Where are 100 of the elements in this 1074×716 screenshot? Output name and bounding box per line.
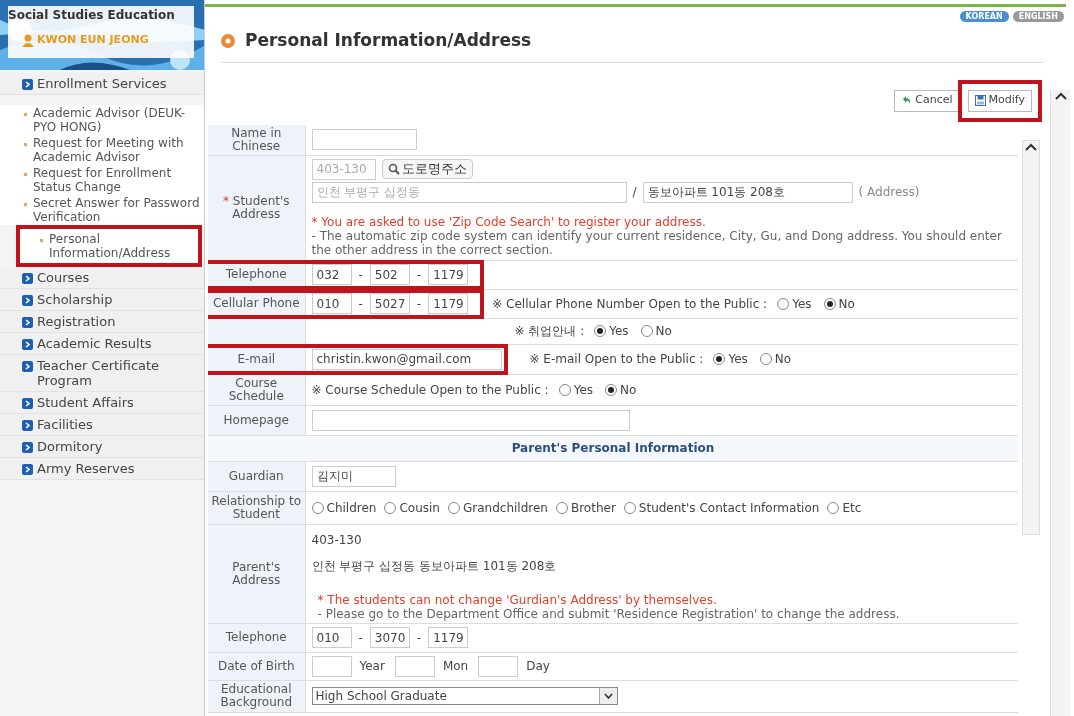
field-label: Guardian	[228, 468, 284, 483]
slash-text: /	[632, 184, 637, 201]
radio-label: Children	[326, 499, 377, 517]
arrow-icon	[22, 442, 33, 453]
zip-search-button[interactable]: 도로명주소	[381, 159, 473, 179]
user-icon	[22, 33, 34, 47]
input-field[interactable]: 5027	[369, 293, 410, 314]
arrow-icon	[22, 295, 33, 306]
radio-button[interactable]	[605, 383, 617, 396]
radio-button[interactable]	[640, 325, 653, 337]
radio-label: Yes	[573, 381, 593, 399]
input-field[interactable]	[394, 655, 435, 677]
radio-label: No	[838, 295, 855, 313]
input-field[interactable]: 1179	[428, 293, 469, 314]
input-field[interactable]: 032	[311, 264, 352, 285]
notice-text: * The students can not change 'Gurdian's Address' by themselves.	[316, 592, 718, 607]
bullet-icon	[24, 113, 27, 116]
radio-label: Student's Contact Information	[638, 499, 820, 517]
notice-text: * You are asked to use 'Zip Code Search' to register your address.	[311, 214, 707, 229]
radio-button[interactable]	[759, 353, 772, 365]
help-text: - The automatic zip code system can identify your current residence, City, Gu, and Dong address. You should enter the other address in the correct section.	[311, 228, 1003, 257]
note-text: ※ Course Schedule Open to the Public :	[311, 381, 549, 399]
radio-label: Grandchildren	[462, 499, 548, 517]
sidebar-item[interactable]: Courses	[37, 270, 90, 285]
field-label: Relationship to Student	[211, 493, 301, 521]
undo-icon	[901, 95, 913, 106]
input-field[interactable]: 동보아파트 101동 208호	[642, 181, 853, 203]
scroll-up-icon[interactable]	[1054, 92, 1067, 100]
scrollbar[interactable]	[1050, 90, 1070, 716]
field-label: Telephone	[225, 630, 287, 644]
field-label: * Student's Address	[222, 193, 290, 221]
input-field[interactable]: 1179	[428, 264, 469, 285]
radio-label: No	[774, 351, 792, 368]
bullet-icon	[40, 239, 43, 242]
input-field[interactable]: 3070	[369, 627, 410, 648]
unit-label: Day	[526, 658, 550, 675]
field-label: Cellular Phone	[212, 296, 300, 310]
input-field[interactable]	[478, 655, 519, 677]
address-text: 인천 부평구 십정동 동보아파트 101동 208호	[311, 557, 558, 575]
radio-button[interactable]	[558, 383, 571, 396]
sidebar-item[interactable]: Facilities	[37, 417, 93, 432]
page-title: Personal Information/Address	[245, 29, 532, 52]
unit-label: Year	[359, 658, 385, 675]
field-label: Educational Background	[220, 682, 293, 709]
arrow-icon	[22, 317, 33, 328]
input-field[interactable]: 1179	[428, 627, 469, 648]
field-label: Date of Birth	[217, 658, 295, 673]
radio-button[interactable]	[311, 501, 324, 514]
radio-label: Brother	[570, 499, 616, 517]
arrow-icon	[22, 361, 33, 372]
hint-text: ( Address)	[858, 184, 920, 201]
field-label: Telephone	[225, 267, 287, 281]
cancel-button[interactable]: Cancel	[894, 89, 960, 112]
scroll-up-icon[interactable]	[1025, 143, 1037, 151]
note-text: ※ 취업안내 :	[514, 323, 585, 340]
radio-button[interactable]	[447, 501, 460, 514]
scrollbar[interactable]	[1022, 140, 1040, 535]
radio-button[interactable]	[555, 501, 568, 514]
address-text: 403-130	[311, 531, 363, 549]
radio-label: Yes	[609, 323, 629, 340]
radio-button[interactable]	[623, 501, 636, 514]
input-field[interactable]: christin.kwon@gmail.com	[311, 348, 502, 370]
input-field[interactable]: 김지미	[311, 465, 396, 487]
radio-label: No	[655, 323, 672, 340]
field-label: Parent's Address	[232, 559, 281, 587]
radio-button[interactable]	[823, 297, 836, 310]
department-name: Social Studies Education	[8, 7, 176, 24]
arrow-icon	[22, 339, 33, 350]
input-field[interactable]	[311, 129, 417, 151]
radio-button[interactable]	[713, 353, 726, 365]
dash-text: -	[357, 629, 364, 647]
radio-button[interactable]	[827, 501, 840, 514]
radio-label: Yes	[792, 295, 812, 313]
radio-button[interactable]	[777, 297, 790, 310]
radio-button[interactable]	[594, 325, 607, 337]
input-field[interactable]	[311, 409, 630, 431]
select-field[interactable]: High School Graduate	[311, 687, 618, 705]
arrow-icon	[22, 79, 33, 90]
field-label: Name in Chinese	[231, 125, 282, 153]
user-name: KWON EUN JEONG	[37, 32, 149, 48]
bullet-icon	[24, 173, 27, 176]
input-field[interactable]	[311, 655, 352, 677]
note-text: ※ E-mail Open to the Public :	[529, 351, 704, 368]
radio-button[interactable]	[384, 501, 397, 514]
arrow-icon	[22, 464, 33, 475]
bullet-icon	[24, 203, 27, 206]
input-field[interactable]: 010	[311, 293, 352, 314]
input-field[interactable]: 502	[369, 264, 410, 285]
input-field[interactable]: 010	[311, 627, 352, 648]
search-icon	[387, 163, 400, 175]
arrow-icon	[22, 273, 33, 284]
radio-label: No	[620, 381, 637, 399]
radio-label: Cousin	[399, 499, 440, 517]
dash-text: -	[415, 266, 423, 284]
dash-text: -	[415, 629, 423, 647]
dash-text: -	[357, 295, 364, 313]
note-text: ※ Cellular Phone Number Open to the Public :	[492, 295, 768, 313]
dash-text: -	[357, 266, 364, 284]
bullet-icon	[221, 33, 235, 48]
help-text: - Please go to the Department Office and submit 'Residence Registration' to change the address.	[316, 606, 901, 621]
